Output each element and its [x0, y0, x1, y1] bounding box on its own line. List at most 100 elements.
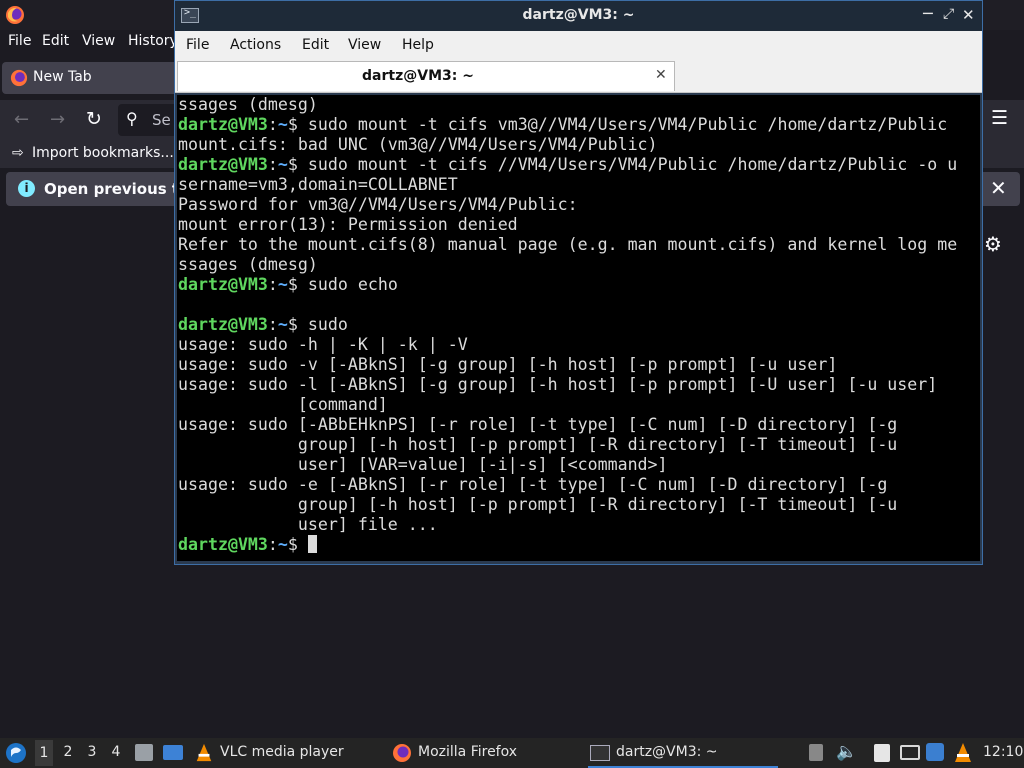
file-manager-icon[interactable]	[135, 744, 153, 761]
terminal-line-text: sudo mount -t cifs vm3@//VM4/Users/VM4/P…	[297, 115, 948, 134]
prompt-path: ~	[277, 115, 288, 134]
close-window-icon[interactable]: ✕	[962, 6, 975, 24]
url-bar-placeholder: Se	[152, 111, 171, 129]
show-desktop-icon[interactable]	[163, 745, 183, 760]
terminal-lines: ssages (dmesg) dartz@VM3:~$ sudo mount -t…	[178, 95, 957, 555]
terminal-line-text: sudo mount -t cifs //VM4/Users/VM4/Publi…	[297, 155, 958, 174]
tray-package-icon[interactable]	[809, 744, 823, 761]
workspace-1[interactable]: 1	[35, 740, 53, 766]
terminal-line-text: Refer to the mount.cifs(8) manual page (…	[178, 235, 958, 254]
menu-view[interactable]: View	[82, 33, 115, 49]
terminal-line-text: usage: sudo [-ABbEHknPS] [-r role] [-t t…	[178, 415, 898, 434]
terminal-output-line: mount error(13): Permission denied	[178, 215, 957, 235]
terminal-menu-actions[interactable]: Actions	[230, 37, 281, 53]
back-icon[interactable]: ←	[14, 109, 29, 130]
vlc-tray-icon[interactable]	[952, 742, 974, 764]
menu-edit[interactable]: Edit	[42, 33, 69, 49]
vlc-icon	[194, 743, 214, 763]
forward-icon[interactable]: →	[50, 109, 65, 130]
terminal-output-line: usage: sudo [-ABbEHknPS] [-r role] [-t t…	[178, 415, 957, 435]
terminal-line-text: Password for vm3@//VM4/Users/VM4/Public:	[178, 195, 578, 214]
terminal-line-text: group] [-h host] [-p prompt] [-R directo…	[178, 435, 898, 454]
terminal-tabbar: dartz@VM3: ~ ✕	[175, 59, 982, 93]
terminal-line-text	[298, 535, 308, 554]
settings-gear-icon[interactable]: ⚙	[984, 232, 1002, 256]
workspace-2[interactable]: 2	[59, 744, 77, 760]
terminal-titlebar[interactable]: >_ dartz@VM3: ~ ─ ⤢ ✕	[175, 1, 982, 31]
update-notifier-icon[interactable]	[926, 743, 944, 761]
terminal-line-text: usage: sudo -v [-ABknS] [-g group] [-h h…	[178, 355, 838, 374]
terminal-output-line: usage: sudo -l [-ABknS] [-g group] [-h h…	[178, 375, 957, 395]
workspace-3[interactable]: 3	[83, 744, 101, 760]
terminal-line-text: ssages (dmesg)	[178, 255, 318, 274]
prompt-separator: :	[267, 155, 278, 174]
firefox-icon	[5, 5, 25, 25]
prompt-separator: :	[267, 315, 278, 334]
terminal-window-title: dartz@VM3: ~	[522, 7, 635, 23]
menu-file[interactable]: File	[8, 33, 31, 49]
taskbar-task-vlc[interactable]: VLC media player	[192, 738, 382, 768]
import-bookmarks-link[interactable]: Import bookmarks...	[32, 145, 174, 161]
terminal-menu-help[interactable]: Help	[402, 37, 434, 53]
hamburger-menu-icon[interactable]: ☰	[991, 107, 1008, 129]
prompt-path: ~	[277, 275, 288, 294]
terminal-window: >_ dartz@VM3: ~ ─ ⤢ ✕ File Actions Edit …	[174, 0, 983, 565]
start-menu-icon[interactable]	[5, 742, 27, 764]
firefox-tab-new-tab[interactable]: New Tab	[2, 62, 192, 94]
terminal-line-text: [command]	[178, 395, 388, 414]
terminal-output[interactable]: ssages (dmesg) dartz@VM3:~$ sudo mount -t…	[177, 95, 980, 561]
terminal-output-line: Password for vm3@//VM4/Users/VM4/Public:	[178, 195, 957, 215]
terminal-line-text: mount.cifs: bad UNC (vm3@//VM4/Users/VM4…	[178, 135, 658, 154]
terminal-output-line: ssages (dmesg)	[178, 95, 957, 115]
clipboard-icon[interactable]	[874, 744, 890, 762]
firefox-tab-label: New Tab	[33, 69, 92, 85]
taskbar: 🔈 12:10 1 2 3 4 VLC media player Mozilla Fire…	[0, 738, 1024, 768]
terminal-line-text: user] [VAR=value] [-i|-s] [<command>]	[178, 455, 668, 474]
url-bar[interactable]: ⚲ Se	[118, 104, 178, 136]
workspace-4[interactable]: 4	[107, 744, 125, 760]
prompt-user: dartz@VM3	[178, 115, 268, 134]
prompt-path: ~	[277, 315, 288, 334]
terminal-output-line: Refer to the mount.cifs(8) manual page (…	[178, 235, 957, 255]
prompt-user: dartz@VM3	[178, 275, 268, 294]
prompt-symbol: $	[287, 115, 298, 134]
taskbar-task-terminal[interactable]: dartz@VM3: ~	[588, 738, 778, 768]
network-icon[interactable]	[900, 745, 920, 760]
terminal-menu-view[interactable]: View	[348, 37, 381, 53]
prompt-separator: :	[267, 275, 278, 294]
reload-icon[interactable]: ↻	[86, 108, 102, 130]
minimize-icon[interactable]: ─	[923, 4, 933, 23]
prompt-symbol: $	[287, 275, 298, 294]
terminal-tab[interactable]: dartz@VM3: ~ ✕	[177, 61, 675, 91]
terminal-tab-label: dartz@VM3: ~	[362, 68, 474, 84]
terminal-menu-edit[interactable]: Edit	[302, 37, 329, 53]
terminal-prompt-line: dartz@VM3:~$ sudo mount -t cifs //VM4/Us…	[178, 155, 957, 175]
terminal-line-text: group] [-h host] [-p prompt] [-R directo…	[178, 495, 898, 514]
terminal-output-line: group] [-h host] [-p prompt] [-R directo…	[178, 495, 957, 515]
terminal-output-line: group] [-h host] [-p prompt] [-R directo…	[178, 435, 957, 455]
terminal-prompt-line: dartz@VM3:~$ sudo mount -t cifs vm3@//VM…	[178, 115, 957, 135]
prompt-symbol: $	[287, 535, 298, 554]
terminal-output-line: sername=vm3,domain=COLLABNET	[178, 175, 957, 195]
terminal-line-text: sudo echo	[297, 275, 398, 294]
terminal-line-text: usage: sudo -h | -K | -k | -V	[178, 335, 468, 354]
taskbar-task-label: VLC media player	[220, 744, 344, 760]
terminal-line-text: sername=vm3,domain=COLLABNET	[178, 175, 458, 194]
terminal-output-line: usage: sudo -e [-ABknS] [-r role] [-t ty…	[178, 475, 957, 495]
firefox-icon	[392, 743, 412, 763]
maximize-icon[interactable]: ⤢	[943, 6, 954, 22]
close-tab-icon[interactable]: ✕	[655, 67, 667, 83]
terminal-line-text: mount error(13): Permission denied	[178, 215, 518, 234]
prompt-separator: :	[267, 115, 278, 134]
close-notification-icon[interactable]: ✕	[990, 176, 1007, 200]
clock[interactable]: 12:10	[983, 744, 1023, 760]
taskbar-task-firefox[interactable]: Mozilla Firefox	[390, 738, 580, 768]
terminal-cursor	[307, 535, 317, 553]
terminal-output-line: user] file ...	[178, 515, 957, 535]
search-icon: ⚲	[126, 109, 138, 128]
menu-history[interactable]: History	[128, 33, 178, 49]
terminal-menu-file[interactable]: File	[186, 37, 209, 53]
volume-icon[interactable]: 🔈	[836, 742, 857, 762]
prompt-user: dartz@VM3	[178, 315, 268, 334]
